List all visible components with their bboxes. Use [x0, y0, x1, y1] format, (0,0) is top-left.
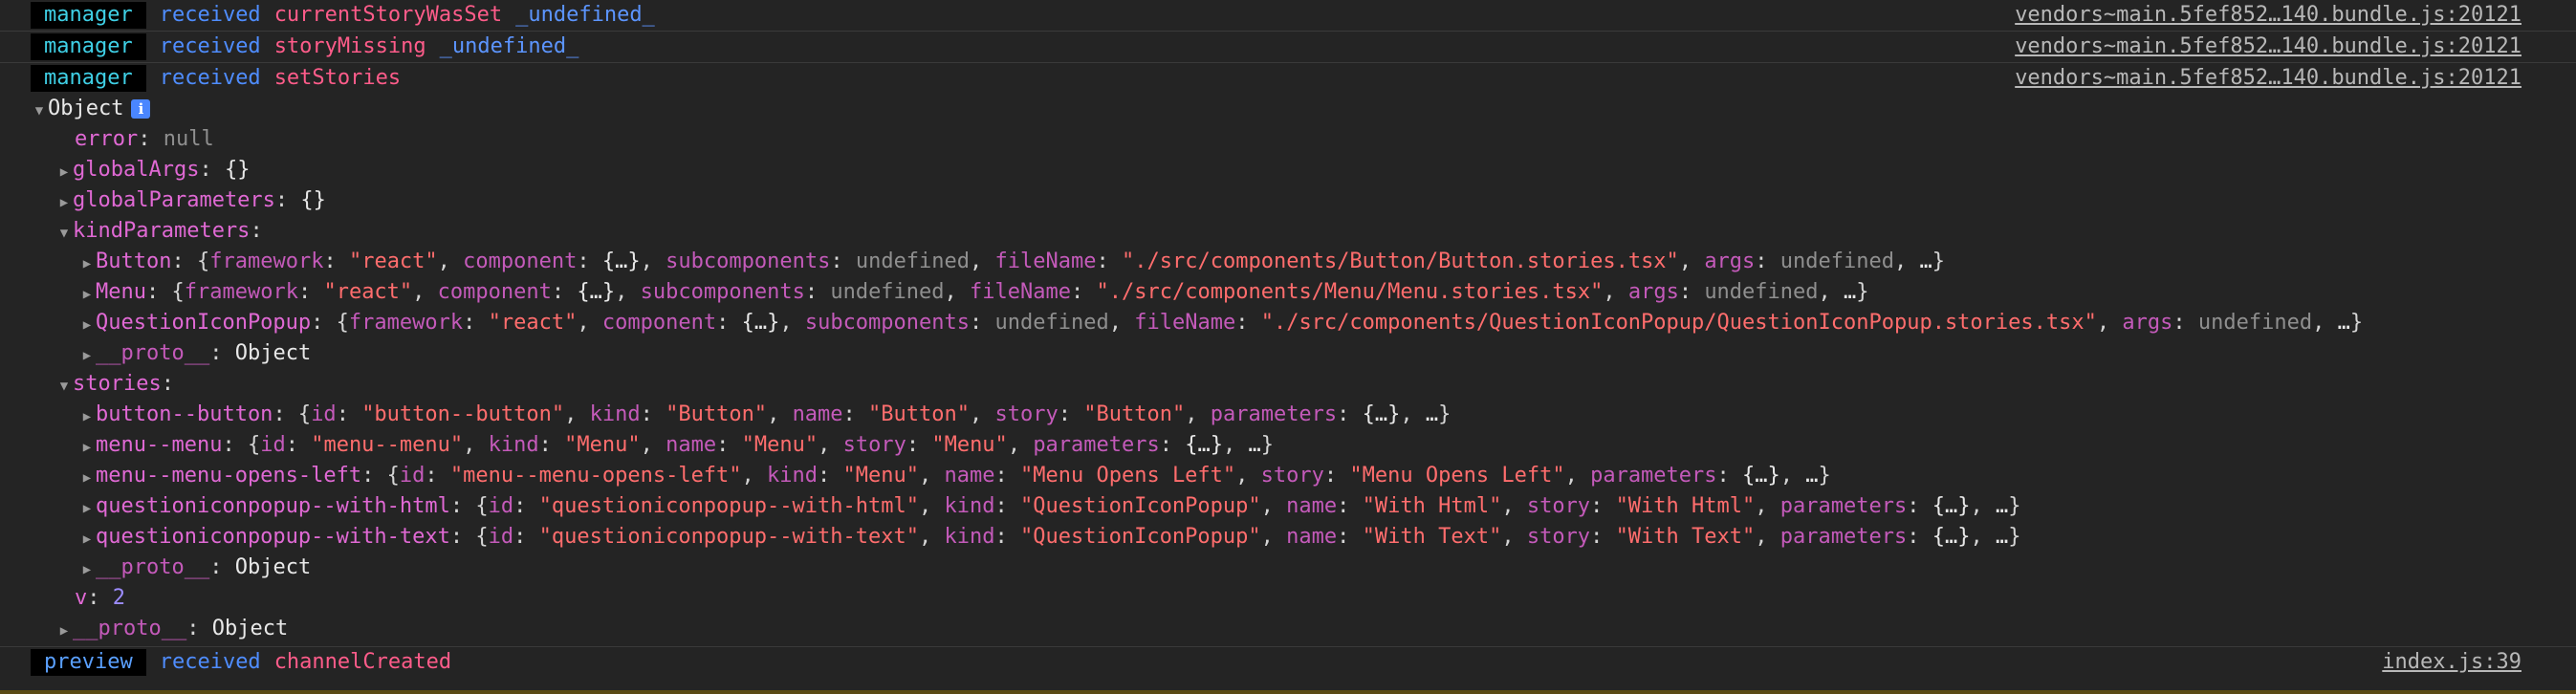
verb-text: received	[159, 3, 261, 27]
event-arg: _undefined_	[515, 3, 655, 27]
event-arg: _undefined_	[439, 34, 579, 58]
event-name: currentStoryWasSet	[273, 3, 503, 27]
collapsed-triangle-icon[interactable]: ▶	[78, 249, 96, 279]
source-link[interactable]: vendors~main.5fef852…140.bundle.js:20121	[2015, 32, 2521, 62]
console-message-row[interactable]: manager received setStories vendors~main.5…	[0, 63, 2576, 94]
property-stories[interactable]: ▼ stories:	[0, 369, 2576, 400]
collapsed-triangle-icon[interactable]: ▶	[78, 401, 96, 432]
kind-parameter-row[interactable]: ▶ Menu: {framework: "react", component: {…	[0, 277, 2576, 308]
stories-proto[interactable]: ▶ __proto__: Object	[0, 553, 2576, 583]
expanded-triangle-icon[interactable]: ▼	[55, 218, 73, 249]
collapsed-triangle-icon[interactable]: ▶	[78, 310, 96, 340]
collapsed-triangle-icon[interactable]: ▶	[78, 279, 96, 310]
collapsed-triangle-icon[interactable]: ▶	[78, 463, 96, 493]
property-globalParameters[interactable]: ▶ globalParameters: {}	[0, 185, 2576, 216]
story-row[interactable]: ▶ questioniconpopup--with-html: {id: "que…	[0, 491, 2576, 522]
kind-parameters-proto[interactable]: ▶ __proto__: Object	[0, 338, 2576, 369]
event-name: storyMissing	[273, 34, 426, 58]
info-icon[interactable]: i	[131, 99, 151, 119]
collapsed-triangle-icon[interactable]: ▶	[78, 554, 96, 585]
console-message-row[interactable]: manager received currentStoryWasSet _undefi…	[0, 0, 2576, 32]
object-root[interactable]: ▼ Object i	[0, 94, 2576, 124]
verb-text: received	[159, 650, 261, 674]
story-row[interactable]: ▶ menu--menu-opens-left: {id: "menu--menu…	[0, 461, 2576, 491]
verb-text: received	[159, 66, 261, 90]
collapsed-triangle-icon[interactable]: ▶	[78, 493, 96, 524]
property-error: error: null	[75, 127, 214, 151]
object-tree: ▼ Object i error: null ▶ globalArgs: {} ▶ gl…	[0, 94, 2576, 644]
event-name: channelCreated	[273, 650, 452, 674]
source-link[interactable]: vendors~main.5fef852…140.bundle.js:20121	[2015, 63, 2521, 94]
source-badge: manager	[31, 65, 146, 92]
expanded-triangle-icon[interactable]: ▼	[55, 371, 73, 401]
verb-text: received	[159, 34, 261, 58]
collapsed-triangle-icon[interactable]: ▶	[55, 157, 73, 187]
property-kindParameters[interactable]: ▼ kindParameters:	[0, 216, 2576, 247]
collapsed-triangle-icon[interactable]: ▶	[55, 187, 73, 218]
console-message-row[interactable]: preview received channelCreated index.js:3…	[0, 646, 2576, 678]
source-badge: manager	[31, 2, 146, 29]
collapsed-triangle-icon[interactable]: ▶	[55, 616, 73, 646]
story-row[interactable]: ▶ questioniconpopup--with-text: {id: "que…	[0, 522, 2576, 553]
root-proto[interactable]: ▶ __proto__: Object	[0, 614, 2576, 644]
source-badge: manager	[31, 33, 146, 60]
collapsed-triangle-icon[interactable]: ▶	[78, 340, 96, 371]
console-message-row[interactable]: manager received storyMissing _undefined_ v…	[0, 32, 2576, 63]
kind-parameter-row[interactable]: ▶ QuestionIconPopup: {framework: "react",…	[0, 308, 2576, 338]
collapsed-triangle-icon[interactable]: ▶	[78, 524, 96, 554]
event-name: setStories	[273, 66, 402, 90]
expanded-triangle-icon[interactable]: ▼	[31, 96, 48, 126]
source-link[interactable]: index.js:39	[2382, 647, 2521, 678]
bottom-edge-bar	[0, 690, 2576, 694]
source-link[interactable]: vendors~main.5fef852…140.bundle.js:20121	[2015, 0, 2521, 31]
story-row[interactable]: ▶ button--button: {id: "button--button", …	[0, 400, 2576, 430]
property-v: v: 2	[75, 586, 125, 610]
property-globalArgs[interactable]: ▶ globalArgs: {}	[0, 155, 2576, 185]
source-badge: preview	[31, 649, 146, 676]
kind-parameter-row[interactable]: ▶ Button: {framework: "react", component:…	[0, 247, 2576, 277]
collapsed-triangle-icon[interactable]: ▶	[78, 432, 96, 463]
story-row[interactable]: ▶ menu--menu: {id: "menu--menu", kind: "M…	[0, 430, 2576, 461]
